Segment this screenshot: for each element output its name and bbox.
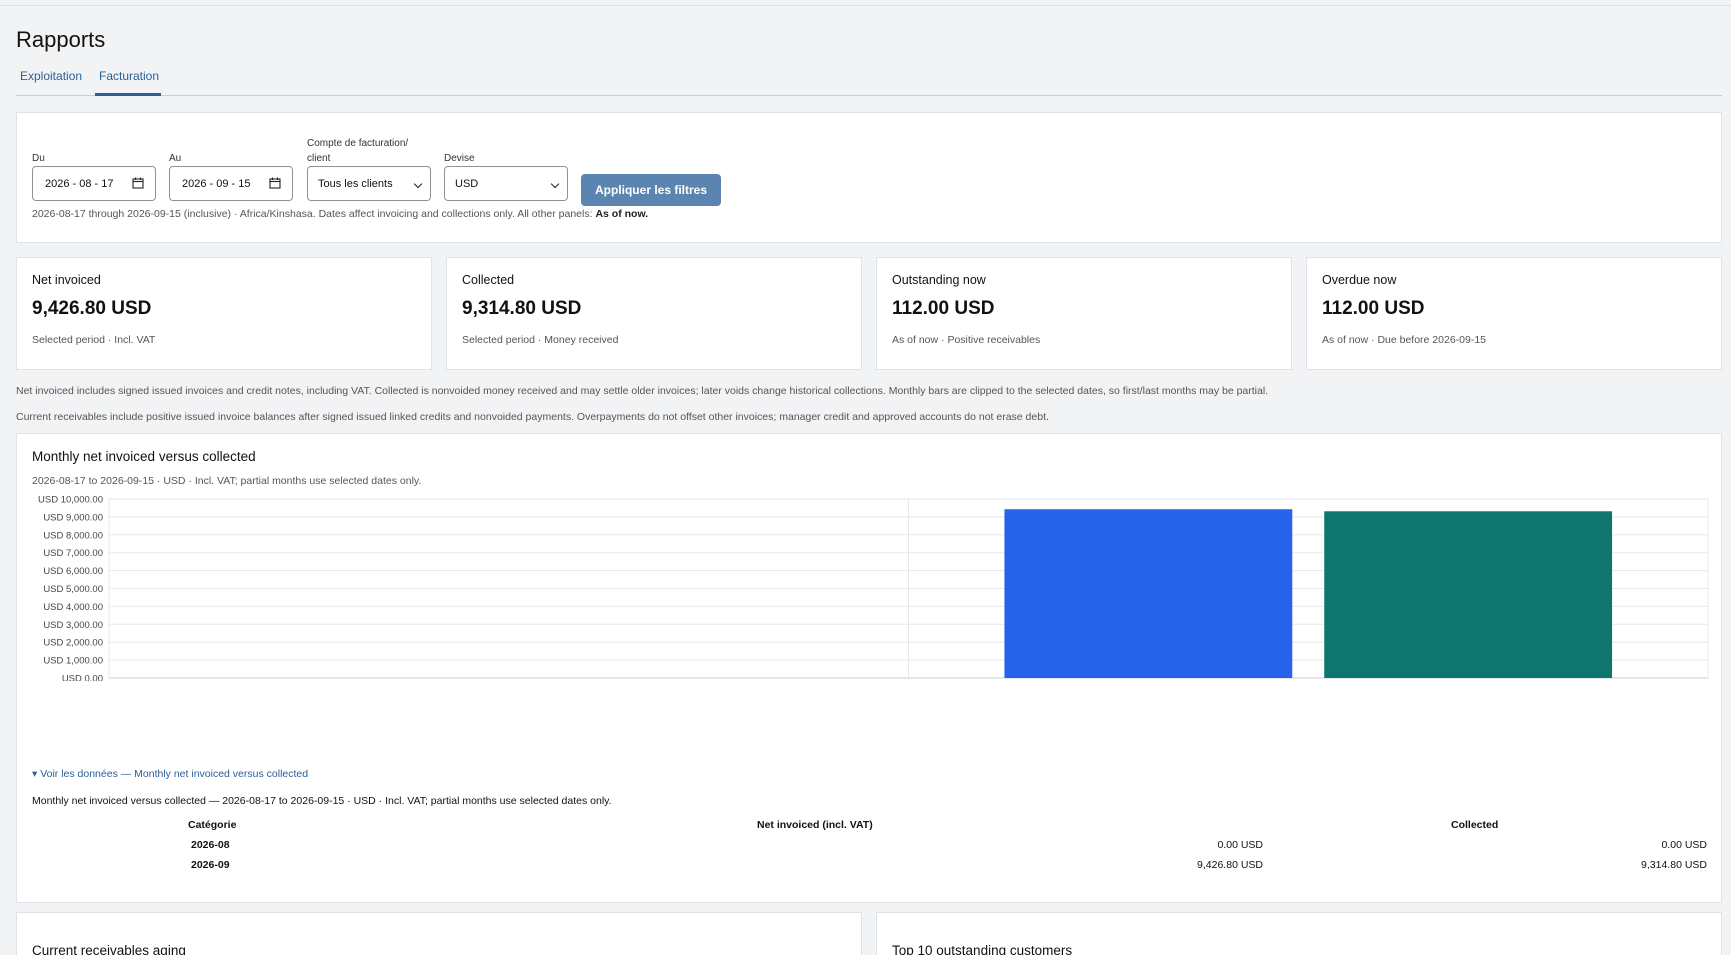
y-tick-label: USD 9,000.00	[43, 512, 103, 523]
table-cell-net-invoiced: 0.00 USD	[1217, 839, 1263, 851]
kpi-label: Overdue now	[1322, 273, 1397, 287]
filter-note: 2026-08-17 through 2026-09-15 (inclusive…	[32, 208, 648, 220]
currency-label: Devise	[444, 153, 475, 164]
currency-select[interactable]: USD	[444, 166, 568, 201]
receivables-aging-title: Current receivables aging	[32, 943, 186, 955]
definitions-note-1: Net invoiced includes signed issued invo…	[16, 385, 1269, 397]
y-tick-label: USD 0.00	[62, 674, 103, 682]
report-tabs: Exploitation Facturation	[16, 64, 1722, 96]
y-tick-label: USD 10,000.00	[38, 495, 103, 506]
chart-subtitle: 2026-08-17 to 2026-09-15 · USD · Incl. V…	[32, 475, 422, 487]
table-cell-collected: 0.00 USD	[1661, 839, 1707, 851]
filter-note-bold: As of now.	[595, 208, 649, 220]
y-tick-label: USD 7,000.00	[43, 548, 103, 559]
from-label: Du	[32, 153, 45, 164]
monthly-chart-card: Monthly net invoiced versus collected 20…	[16, 433, 1722, 903]
kpi-label: Outstanding now	[892, 273, 986, 287]
bar	[1004, 509, 1293, 678]
top-outstanding-customers-card: Top 10 outstanding customers	[876, 912, 1722, 955]
tab-exploitation[interactable]: Exploitation	[20, 69, 82, 83]
active-tab-indicator	[95, 93, 161, 96]
table-cell-category: 2026-08	[191, 839, 230, 851]
from-date-value: 2026 - 08 - 17	[45, 178, 114, 190]
monthly-bar-chart: USD 0.00 USD 1,000.00 USD 2,000.00 USD 3,00…	[38, 495, 1709, 682]
kpi-subtext: Selected period · Money received	[462, 334, 619, 346]
to-date-value: 2026 - 09 - 15	[182, 178, 251, 190]
account-select-value: Tous les clients	[318, 178, 393, 190]
filters-panel: Du 2026 - 08 - 17 Au 2026 - 09 - 15 Comp…	[16, 112, 1722, 243]
to-date-input[interactable]: 2026 - 09 - 15	[169, 166, 293, 201]
account-select[interactable]: Tous les clients	[307, 166, 431, 201]
kpi-card-net-invoiced: Net invoiced 9,426.80 USD Selected perio…	[16, 257, 432, 370]
data-table-caption: Monthly net invoiced versus collected — …	[32, 795, 612, 807]
calendar-icon[interactable]	[132, 177, 144, 189]
kpi-subtext: As of now · Positive receivables	[892, 334, 1041, 346]
kpi-label: Collected	[462, 273, 515, 287]
table-cell-collected: 9,314.80 USD	[1641, 859, 1707, 871]
definitions-note-2: Current receivables include positive iss…	[16, 411, 1049, 423]
kpi-card-overdue: Overdue now 112.00 USD As of now · Due b…	[1306, 257, 1722, 370]
table-cell-net-invoiced: 9,426.80 USD	[1197, 859, 1263, 871]
y-tick-label: USD 6,000.00	[43, 566, 103, 577]
kpi-card-collected: Collected 9,314.80 USD Selected period ·…	[446, 257, 862, 370]
kpi-value: 9,314.80 USD	[462, 298, 582, 319]
kpi-card-outstanding: Outstanding now 112.00 USD As of now · P…	[876, 257, 1292, 370]
table-header-category: Catégorie	[188, 819, 237, 831]
kpi-subtext: As of now · Due before 2026-09-15	[1322, 334, 1487, 346]
top-divider	[0, 5, 1731, 6]
kpi-value: 112.00 USD	[892, 298, 995, 319]
page-title: Rapports	[16, 27, 106, 52]
filter-note-text: 2026-08-17 through 2026-09-15 (inclusive…	[32, 208, 593, 220]
to-label: Au	[169, 153, 182, 164]
table-header-collected: Collected	[1451, 819, 1499, 831]
y-tick-label: USD 2,000.00	[43, 638, 103, 649]
y-tick-label: USD 3,000.00	[43, 620, 103, 631]
bar	[1324, 511, 1613, 678]
account-label-line1: Compte de facturation/	[307, 138, 409, 149]
top-outstanding-customers-title: Top 10 outstanding customers	[892, 943, 1073, 955]
kpi-value: 112.00 USD	[1322, 298, 1425, 319]
chevron-down-icon	[413, 179, 423, 189]
kpi-subtext: Selected period · Incl. VAT	[32, 334, 156, 346]
view-data-toggle[interactable]: ▾ Voir les données — Monthly net invoice…	[32, 768, 308, 780]
table-header-net-invoiced: Net invoiced (incl. VAT)	[757, 819, 873, 831]
account-label-line2: client	[307, 153, 331, 164]
receivables-aging-card: Current receivables aging	[16, 912, 862, 955]
y-tick-label: USD 8,000.00	[43, 530, 103, 541]
y-tick-label: USD 4,000.00	[43, 602, 103, 613]
calendar-icon[interactable]	[269, 177, 281, 189]
y-tick-label: USD 1,000.00	[43, 656, 103, 667]
kpi-label: Net invoiced	[32, 273, 101, 287]
tab-facturation[interactable]: Facturation	[99, 69, 159, 83]
currency-select-value: USD	[455, 178, 479, 190]
from-date-input[interactable]: 2026 - 08 - 17	[32, 166, 156, 201]
chart-title: Monthly net invoiced versus collected	[32, 449, 256, 464]
y-tick-label: USD 5,000.00	[43, 584, 103, 595]
apply-filters-button[interactable]: Appliquer les filtres	[581, 174, 721, 206]
kpi-value: 9,426.80 USD	[32, 298, 152, 319]
table-cell-category: 2026-09	[191, 859, 230, 871]
chevron-down-icon	[550, 179, 560, 189]
